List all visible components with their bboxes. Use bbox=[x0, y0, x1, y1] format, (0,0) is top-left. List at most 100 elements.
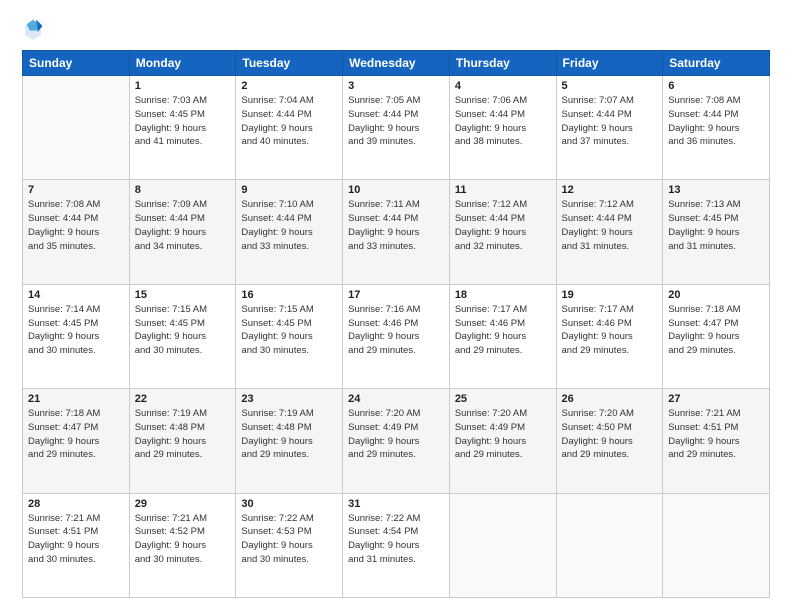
day-number: 24 bbox=[348, 393, 444, 405]
day-number: 25 bbox=[455, 393, 551, 405]
calendar-cell: 27 Sunrise: 7:21 AMSunset: 4:51 PMDayligh… bbox=[663, 389, 770, 493]
day-info: Sunrise: 7:11 AMSunset: 4:44 PMDaylight:… bbox=[348, 198, 444, 253]
day-info: Sunrise: 7:14 AMSunset: 4:45 PMDaylight:… bbox=[28, 303, 124, 358]
day-info: Sunrise: 7:19 AMSunset: 4:48 PMDaylight:… bbox=[135, 407, 231, 462]
day-number: 20 bbox=[668, 289, 764, 301]
weekday-header: Sunday bbox=[23, 51, 130, 76]
calendar-cell: 6 Sunrise: 7:08 AMSunset: 4:44 PMDaylight… bbox=[663, 76, 770, 180]
day-number: 7 bbox=[28, 184, 124, 196]
day-number: 8 bbox=[135, 184, 231, 196]
weekday-header: Tuesday bbox=[236, 51, 343, 76]
day-number: 3 bbox=[348, 80, 444, 92]
day-number: 23 bbox=[241, 393, 337, 405]
day-info: Sunrise: 7:12 AMSunset: 4:44 PMDaylight:… bbox=[455, 198, 551, 253]
calendar-cell: 16 Sunrise: 7:15 AMSunset: 4:45 PMDayligh… bbox=[236, 284, 343, 388]
calendar-cell: 25 Sunrise: 7:20 AMSunset: 4:49 PMDayligh… bbox=[449, 389, 556, 493]
day-info: Sunrise: 7:09 AMSunset: 4:44 PMDaylight:… bbox=[135, 198, 231, 253]
calendar-cell: 19 Sunrise: 7:17 AMSunset: 4:46 PMDayligh… bbox=[556, 284, 663, 388]
day-info: Sunrise: 7:10 AMSunset: 4:44 PMDaylight:… bbox=[241, 198, 337, 253]
calendar-cell: 29Sunrise: 7:21 AMSunset: 4:52 PMDayligh… bbox=[129, 493, 236, 597]
day-info: Sunrise: 7:08 AMSunset: 4:44 PMDaylight:… bbox=[28, 198, 124, 253]
calendar-cell: 3Sunrise: 7:05 AMSunset: 4:44 PMDaylight… bbox=[343, 76, 450, 180]
day-info: Sunrise: 7:20 AMSunset: 4:49 PMDaylight:… bbox=[348, 407, 444, 462]
calendar-cell bbox=[556, 493, 663, 597]
day-number: 6 bbox=[668, 80, 764, 92]
weekday-header: Saturday bbox=[663, 51, 770, 76]
weekday-header: Friday bbox=[556, 51, 663, 76]
day-info: Sunrise: 7:16 AMSunset: 4:46 PMDaylight:… bbox=[348, 303, 444, 358]
calendar-cell: 5 Sunrise: 7:07 AMSunset: 4:44 PMDaylight… bbox=[556, 76, 663, 180]
calendar-cell: 20Sunrise: 7:18 AMSunset: 4:47 PMDayligh… bbox=[663, 284, 770, 388]
day-info: Sunrise: 7:12 AMSunset: 4:44 PMDaylight:… bbox=[562, 198, 658, 253]
calendar-cell: 12 Sunrise: 7:12 AMSunset: 4:44 PMDayligh… bbox=[556, 180, 663, 284]
calendar-cell: 23Sunrise: 7:19 AMSunset: 4:48 PMDayligh… bbox=[236, 389, 343, 493]
day-number: 21 bbox=[28, 393, 124, 405]
calendar-week-row: 28 Sunrise: 7:21 AMSunset: 4:51 PMDayligh… bbox=[23, 493, 770, 597]
page-header bbox=[22, 18, 770, 40]
calendar-cell: 11 Sunrise: 7:12 AMSunset: 4:44 PMDayligh… bbox=[449, 180, 556, 284]
day-number: 9 bbox=[241, 184, 337, 196]
day-number: 17 bbox=[348, 289, 444, 301]
day-number: 5 bbox=[562, 80, 658, 92]
weekday-header: Wednesday bbox=[343, 51, 450, 76]
day-info: Sunrise: 7:03 AMSunset: 4:45 PMDaylight:… bbox=[135, 94, 231, 149]
day-info: Sunrise: 7:06 AMSunset: 4:44 PMDaylight:… bbox=[455, 94, 551, 149]
calendar-week-row: 14 Sunrise: 7:14 AMSunset: 4:45 PMDayligh… bbox=[23, 284, 770, 388]
day-number: 29 bbox=[135, 498, 231, 510]
logo bbox=[22, 18, 48, 40]
day-number: 28 bbox=[28, 498, 124, 510]
day-info: Sunrise: 7:15 AMSunset: 4:45 PMDaylight:… bbox=[241, 303, 337, 358]
calendar-header-row: SundayMondayTuesdayWednesdayThursdayFrid… bbox=[23, 51, 770, 76]
day-info: Sunrise: 7:22 AMSunset: 4:53 PMDaylight:… bbox=[241, 512, 337, 567]
calendar-cell: 18Sunrise: 7:17 AMSunset: 4:46 PMDayligh… bbox=[449, 284, 556, 388]
weekday-header: Thursday bbox=[449, 51, 556, 76]
day-info: Sunrise: 7:04 AMSunset: 4:44 PMDaylight:… bbox=[241, 94, 337, 149]
calendar-cell: 2 Sunrise: 7:04 AMSunset: 4:44 PMDaylight… bbox=[236, 76, 343, 180]
day-number: 16 bbox=[241, 289, 337, 301]
day-info: Sunrise: 7:08 AMSunset: 4:44 PMDaylight:… bbox=[668, 94, 764, 149]
calendar-cell: 17 Sunrise: 7:16 AMSunset: 4:46 PMDayligh… bbox=[343, 284, 450, 388]
calendar-cell: 9 Sunrise: 7:10 AMSunset: 4:44 PMDaylight… bbox=[236, 180, 343, 284]
calendar-cell: 8 Sunrise: 7:09 AMSunset: 4:44 PMDaylight… bbox=[129, 180, 236, 284]
day-number: 13 bbox=[668, 184, 764, 196]
day-info: Sunrise: 7:07 AMSunset: 4:44 PMDaylight:… bbox=[562, 94, 658, 149]
calendar-cell: 15 Sunrise: 7:15 AMSunset: 4:45 PMDayligh… bbox=[129, 284, 236, 388]
day-number: 26 bbox=[562, 393, 658, 405]
calendar-cell: 26Sunrise: 7:20 AMSunset: 4:50 PMDayligh… bbox=[556, 389, 663, 493]
day-info: Sunrise: 7:21 AMSunset: 4:51 PMDaylight:… bbox=[28, 512, 124, 567]
calendar-cell: 28 Sunrise: 7:21 AMSunset: 4:51 PMDayligh… bbox=[23, 493, 130, 597]
day-number: 1 bbox=[135, 80, 231, 92]
day-number: 15 bbox=[135, 289, 231, 301]
calendar-cell: 24 Sunrise: 7:20 AMSunset: 4:49 PMDayligh… bbox=[343, 389, 450, 493]
day-number: 4 bbox=[455, 80, 551, 92]
day-info: Sunrise: 7:13 AMSunset: 4:45 PMDaylight:… bbox=[668, 198, 764, 253]
calendar-cell: 22 Sunrise: 7:19 AMSunset: 4:48 PMDayligh… bbox=[129, 389, 236, 493]
day-info: Sunrise: 7:20 AMSunset: 4:49 PMDaylight:… bbox=[455, 407, 551, 462]
day-number: 30 bbox=[241, 498, 337, 510]
day-info: Sunrise: 7:18 AMSunset: 4:47 PMDaylight:… bbox=[28, 407, 124, 462]
day-number: 18 bbox=[455, 289, 551, 301]
day-number: 19 bbox=[562, 289, 658, 301]
day-number: 12 bbox=[562, 184, 658, 196]
calendar-cell: 7 Sunrise: 7:08 AMSunset: 4:44 PMDaylight… bbox=[23, 180, 130, 284]
day-number: 27 bbox=[668, 393, 764, 405]
day-number: 22 bbox=[135, 393, 231, 405]
logo-icon bbox=[22, 18, 44, 40]
calendar-cell: 31 Sunrise: 7:22 AMSunset: 4:54 PMDayligh… bbox=[343, 493, 450, 597]
calendar-cell: 4 Sunrise: 7:06 AMSunset: 4:44 PMDaylight… bbox=[449, 76, 556, 180]
day-number: 2 bbox=[241, 80, 337, 92]
day-number: 11 bbox=[455, 184, 551, 196]
day-number: 31 bbox=[348, 498, 444, 510]
calendar-cell: 1 Sunrise: 7:03 AMSunset: 4:45 PMDaylight… bbox=[129, 76, 236, 180]
day-info: Sunrise: 7:21 AMSunset: 4:51 PMDaylight:… bbox=[668, 407, 764, 462]
day-info: Sunrise: 7:22 AMSunset: 4:54 PMDaylight:… bbox=[348, 512, 444, 567]
day-number: 10 bbox=[348, 184, 444, 196]
calendar-cell: 21 Sunrise: 7:18 AMSunset: 4:47 PMDayligh… bbox=[23, 389, 130, 493]
day-info: Sunrise: 7:15 AMSunset: 4:45 PMDaylight:… bbox=[135, 303, 231, 358]
day-number: 14 bbox=[28, 289, 124, 301]
calendar-cell bbox=[663, 493, 770, 597]
day-info: Sunrise: 7:17 AMSunset: 4:46 PMDaylight:… bbox=[562, 303, 658, 358]
calendar-cell: 14 Sunrise: 7:14 AMSunset: 4:45 PMDayligh… bbox=[23, 284, 130, 388]
calendar-cell: 13 Sunrise: 7:13 AMSunset: 4:45 PMDayligh… bbox=[663, 180, 770, 284]
calendar-week-row: 7 Sunrise: 7:08 AMSunset: 4:44 PMDaylight… bbox=[23, 180, 770, 284]
